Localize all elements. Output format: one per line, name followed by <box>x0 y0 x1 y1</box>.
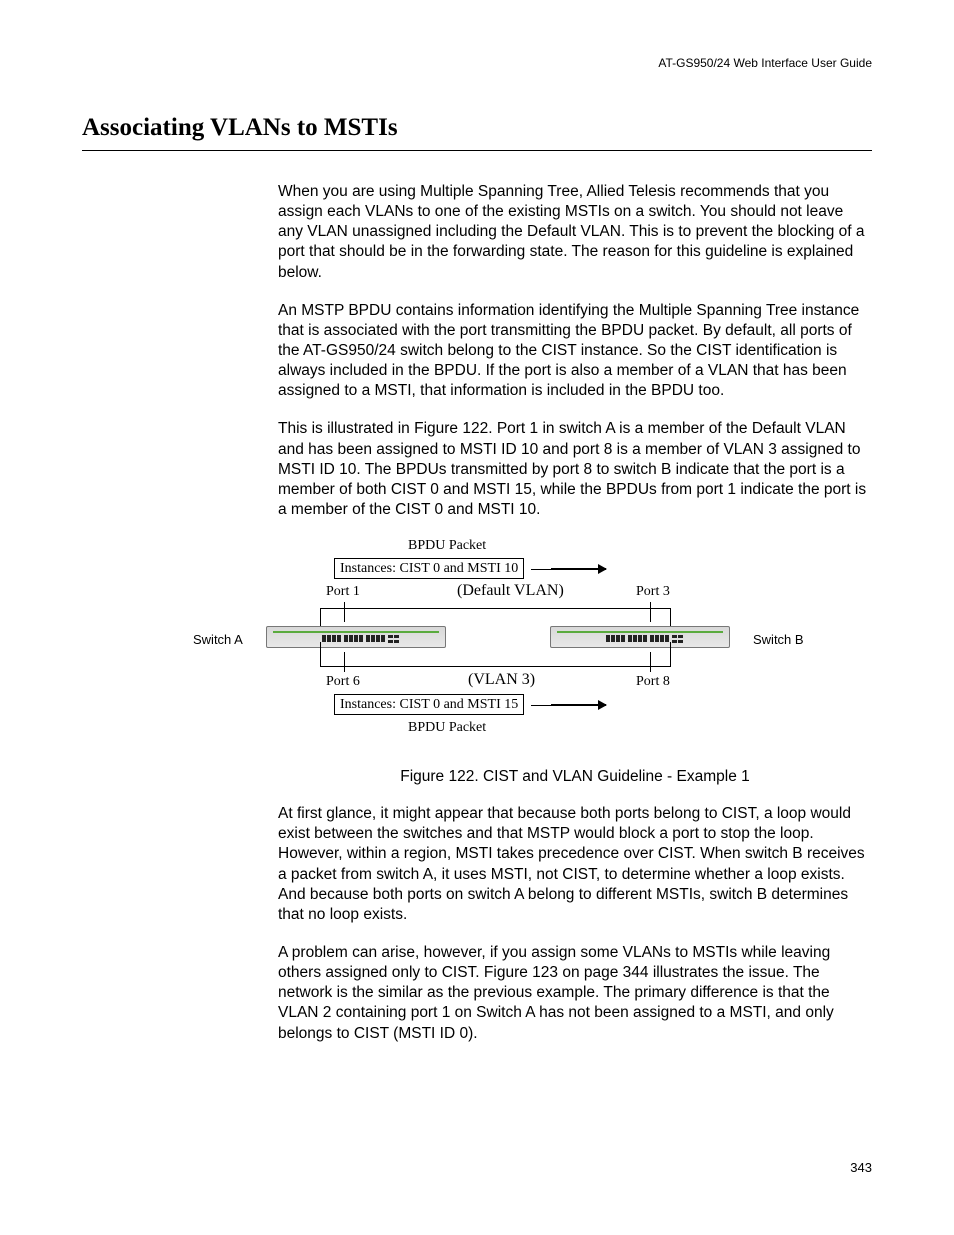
bpdu-label-top: BPDU Packet <box>408 538 486 554</box>
instances-box-top: Instances: CIST 0 and MSTI 10 <box>334 558 524 579</box>
connector <box>531 569 551 570</box>
connector <box>650 602 651 622</box>
port1-label: Port 1 <box>326 584 360 600</box>
connector <box>320 608 670 609</box>
connector <box>320 666 670 667</box>
vlan3-label: (VLAN 3) <box>468 671 535 689</box>
switch-a-label: Switch A <box>193 632 243 647</box>
figure-diagram: BPDU Packet Instances: CIST 0 and MSTI 1… <box>158 538 743 748</box>
arrow-bottom <box>551 704 606 706</box>
connector <box>344 652 345 672</box>
switch-b-icon <box>550 626 730 648</box>
connector <box>531 705 551 706</box>
switch-b-label: Switch B <box>753 632 804 647</box>
arrow-top <box>551 568 606 570</box>
content-area: When you are using Multiple Spanning Tre… <box>278 182 872 1062</box>
page-number: 343 <box>850 1160 872 1175</box>
bpdu-label-bottom: BPDU Packet <box>408 720 486 736</box>
connector <box>650 652 651 672</box>
switch-a-icon <box>266 626 446 648</box>
connector <box>670 642 671 667</box>
page-header: AT-GS950/24 Web Interface User Guide <box>658 56 872 70</box>
paragraph: This is illustrated in Figure 122. Port … <box>278 419 872 520</box>
default-vlan-label: (Default VLAN) <box>457 582 564 600</box>
instances-box-bottom: Instances: CIST 0 and MSTI 15 <box>334 694 524 715</box>
port8-label: Port 8 <box>636 674 670 690</box>
connector <box>320 642 321 667</box>
paragraph: A problem can arise, however, if you ass… <box>278 943 872 1044</box>
port3-label: Port 3 <box>636 584 670 600</box>
paragraph: At first glance, it might appear that be… <box>278 804 872 925</box>
paragraph: When you are using Multiple Spanning Tre… <box>278 182 872 283</box>
port6-label: Port 6 <box>326 674 360 690</box>
paragraph: An MSTP BPDU contains information identi… <box>278 301 872 402</box>
connector <box>344 602 345 622</box>
figure-caption: Figure 122. CIST and VLAN Guideline - Ex… <box>278 768 872 786</box>
section-heading: Associating VLANs to MSTIs <box>82 114 872 151</box>
